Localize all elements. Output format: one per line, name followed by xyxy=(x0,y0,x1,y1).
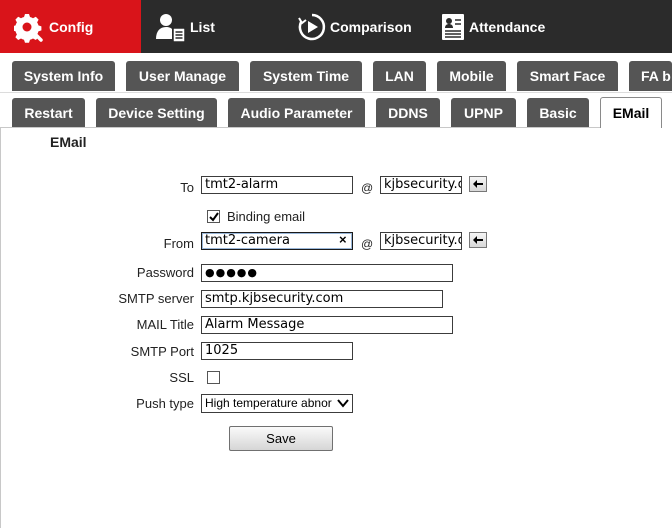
nav-list[interactable]: List xyxy=(155,0,265,53)
from-fill-button[interactable] xyxy=(469,232,487,248)
arrow-left-icon xyxy=(473,236,483,244)
to-fill-button[interactable] xyxy=(469,176,487,192)
tab-upnp[interactable]: UPNP xyxy=(451,98,516,128)
to-label: To xyxy=(180,180,194,195)
smtp-server-label: SMTP server xyxy=(118,291,194,306)
tab-fa-truncated[interactable]: FA b xyxy=(629,61,672,91)
push-type-value: High temperature abnor xyxy=(205,396,332,410)
arrow-left-icon xyxy=(473,180,483,188)
nav-config-label: Config xyxy=(49,18,94,35)
tab-system-time[interactable]: System Time xyxy=(250,61,362,91)
nav-list-label: List xyxy=(190,18,215,35)
to-at-symbol: @ xyxy=(361,181,374,195)
section-title: EMail xyxy=(50,134,87,150)
tab-basic[interactable]: Basic xyxy=(527,98,589,128)
mail-title-input[interactable]: Alarm Message xyxy=(201,316,453,334)
tab-smart-face[interactable]: Smart Face xyxy=(517,61,618,91)
clear-input-icon[interactable]: × xyxy=(339,232,347,247)
tab-user-manage[interactable]: User Manage xyxy=(126,61,239,91)
mail-title-label: MAIL Title xyxy=(136,317,194,332)
tab-device-setting[interactable]: Device Setting xyxy=(96,98,217,128)
to-domain-input[interactable]: kjbsecurity.c xyxy=(380,176,462,194)
content-frame-left xyxy=(0,127,1,528)
user-list-icon xyxy=(155,11,187,43)
smtp-port-input[interactable]: 1025 xyxy=(201,342,353,360)
checkmark-icon xyxy=(208,211,219,222)
tab-audio-parameter[interactable]: Audio Parameter xyxy=(228,98,365,128)
to-user-input[interactable]: tmt2-alarm xyxy=(201,176,353,194)
binding-email-label: Binding email xyxy=(227,209,306,224)
ssl-label: SSL xyxy=(169,370,194,385)
attendance-document-icon xyxy=(440,12,466,42)
smtp-port-label: SMTP Port xyxy=(130,344,194,359)
push-type-select[interactable]: High temperature abnor xyxy=(201,394,353,413)
nav-attendance[interactable]: Attendance xyxy=(440,0,560,53)
play-circle-icon xyxy=(297,12,327,42)
from-at-symbol: @ xyxy=(361,237,374,251)
password-label: Password xyxy=(136,265,194,280)
tab-system-info[interactable]: System Info xyxy=(12,61,115,91)
tab-row-divider xyxy=(0,92,672,93)
config-gear-icon xyxy=(14,11,46,43)
nav-comparison-label: Comparison xyxy=(330,18,412,35)
push-type-label: Push type xyxy=(136,396,194,411)
from-domain-input[interactable]: kjbsecurity.c xyxy=(380,232,462,250)
tab-lan[interactable]: LAN xyxy=(373,61,426,91)
nav-config[interactable]: Config xyxy=(0,0,141,53)
from-label: From xyxy=(163,236,194,251)
tab-ddns[interactable]: DDNS xyxy=(376,98,440,128)
tab-email[interactable]: EMail xyxy=(600,97,662,128)
nav-comparison[interactable]: Comparison xyxy=(297,0,427,53)
ssl-checkbox[interactable] xyxy=(207,371,220,384)
save-button[interactable]: Save xyxy=(229,426,333,451)
binding-email-checkbox[interactable] xyxy=(207,210,220,223)
content-frame-top xyxy=(0,127,600,128)
chevron-down-icon xyxy=(337,399,349,408)
smtp-server-input[interactable]: smtp.kjbsecurity.com xyxy=(201,290,443,308)
tab-restart[interactable]: Restart xyxy=(12,98,85,128)
password-input[interactable]: ●●●●● xyxy=(201,264,453,282)
nav-attendance-label: Attendance xyxy=(469,18,546,35)
from-user-input[interactable]: tmt2-camera xyxy=(201,232,353,250)
tab-mobile[interactable]: Mobile xyxy=(437,61,506,91)
